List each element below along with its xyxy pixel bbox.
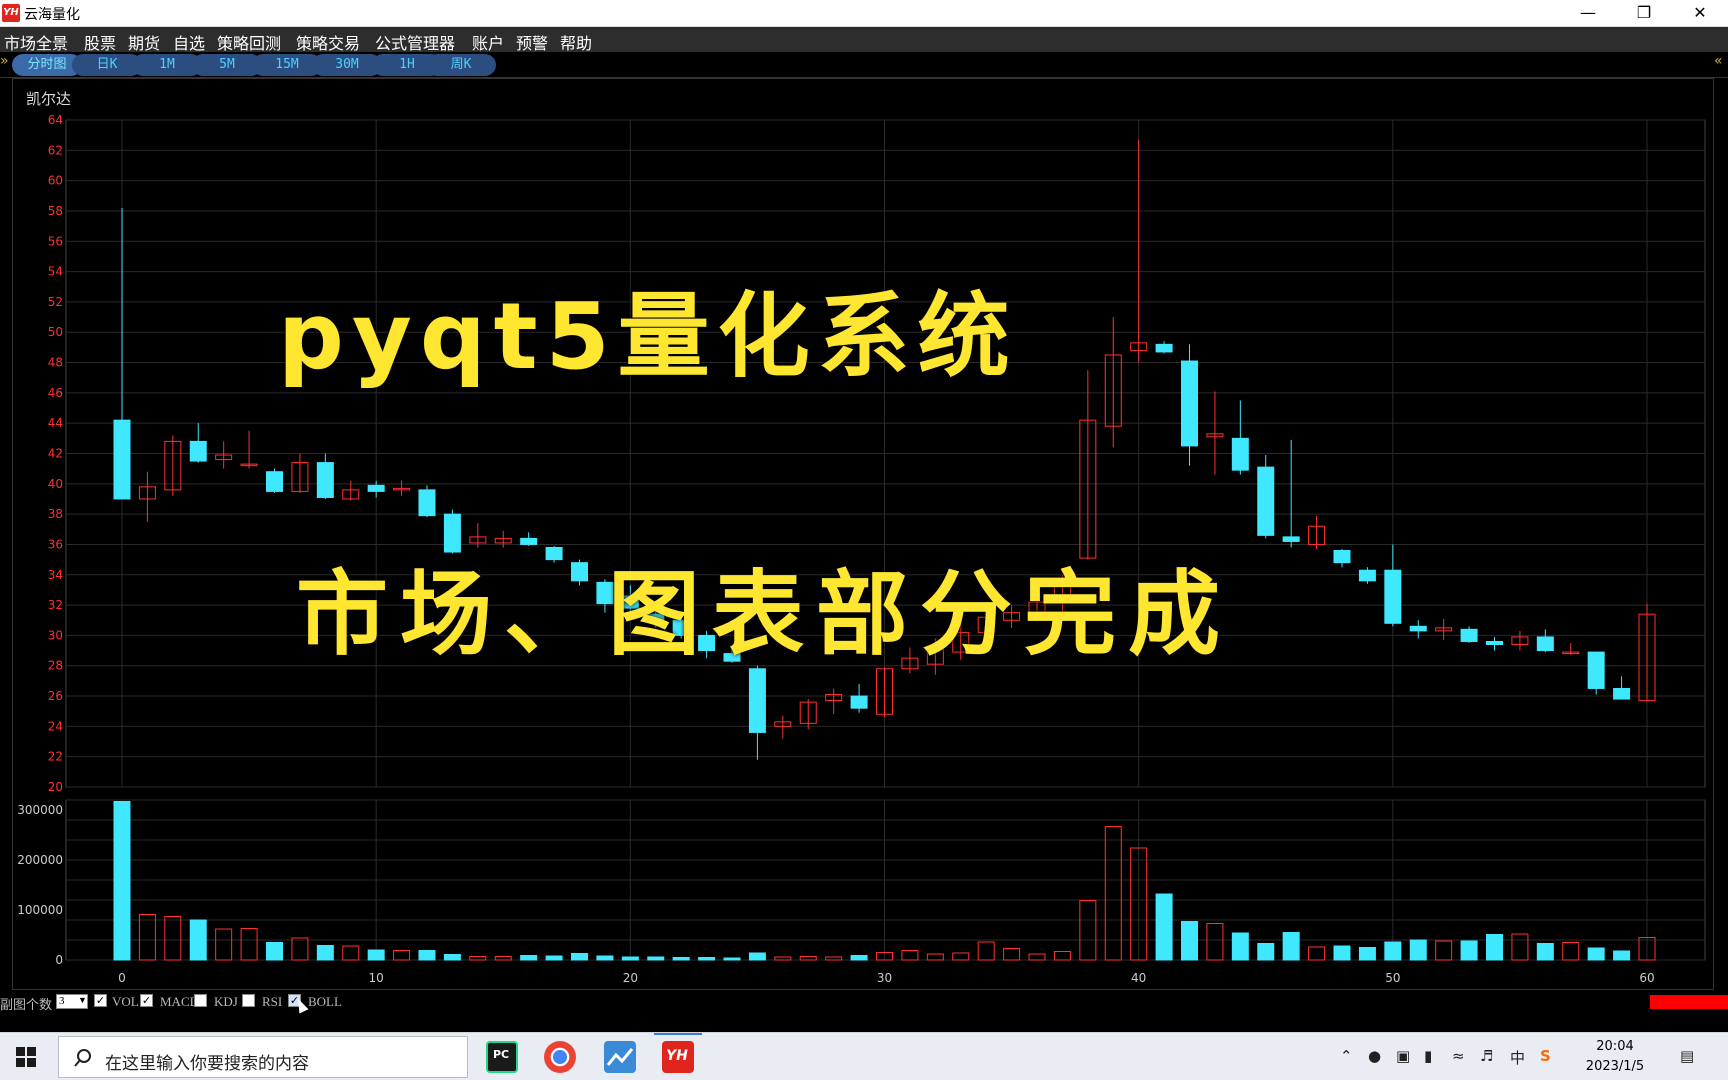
menu-item-help[interactable]: 帮助 (560, 30, 592, 54)
vol-checkbox[interactable]: ✓ (94, 994, 107, 1007)
boll-label: BOLL (308, 994, 342, 1009)
menu-item-stocks[interactable]: 股票 (84, 30, 116, 54)
menu-item-alert[interactable]: 预警 (516, 30, 548, 54)
subchart-count-label: 副图个数 (0, 997, 53, 1012)
title-bar: YH 云海量化 — ❐ ✕ (0, 0, 1728, 27)
active-app-indicator (654, 1033, 702, 1035)
kdj-label: KDJ (214, 994, 238, 1009)
subchart-count-select[interactable]: 3 ▼ (56, 994, 88, 1009)
ime-indicator[interactable]: 中 (1510, 1047, 1525, 1068)
chrome-icon[interactable] (544, 1041, 576, 1073)
menu-item-watchlist[interactable]: 自选 (173, 30, 205, 54)
overlay-title-line2: 市场、图表部分完成 (296, 561, 1233, 668)
menu-bar: 市场全景 股票 期货 自选 策略回测 策略交易 公式管理器 账户 预警 帮助 (0, 27, 1728, 54)
clock[interactable]: 20:04 2023/1/5 (1580, 1037, 1650, 1077)
wifi-icon[interactable]: ≈ (1452, 1047, 1465, 1065)
tab-scroll-right-icon[interactable]: « (1714, 53, 1723, 69)
indicator-bar: 副图个数 3 ▼ ✓ VOL ✓ MACD KDJ RSI ✓ BOLL (0, 992, 1728, 1014)
display-icon[interactable]: ▣ (1396, 1047, 1410, 1065)
macd-checkbox[interactable]: ✓ (140, 994, 153, 1007)
sogou-icon[interactable]: S (1540, 1047, 1551, 1065)
search-placeholder: 在这里输入你要搜索的内容 (105, 1054, 309, 1074)
notification-icon[interactable]: ▤ (1680, 1047, 1694, 1065)
app-logo: YH (2, 4, 20, 22)
subchart-count-value: 3 (59, 995, 65, 1007)
minimize-button[interactable]: — (1560, 0, 1616, 27)
stock-app-icon[interactable] (604, 1041, 636, 1073)
close-button[interactable]: ✕ (1672, 0, 1728, 27)
mouse-cursor-icon (293, 996, 309, 1014)
clock-time: 20:04 (1596, 1039, 1634, 1054)
menu-item-market[interactable]: 市场全景 (4, 30, 68, 54)
windows-start-icon[interactable] (16, 1047, 36, 1067)
vol-label: VOL (112, 994, 139, 1009)
tab-scroll-left-icon[interactable]: » (0, 53, 9, 69)
window-title: 云海量化 (24, 7, 80, 23)
menu-item-account[interactable]: 账户 (472, 30, 504, 54)
clock-date: 2023/1/5 (1585, 1059, 1645, 1074)
period-tab-bar: 分时图 日K 1M 5M 15M 30M 1H 周K (0, 52, 1728, 78)
rsi-checkbox[interactable] (242, 994, 255, 1007)
overlay-title-line1: pyqt5量化系统 (278, 283, 1018, 390)
pycharm-icon[interactable]: PC (486, 1041, 518, 1073)
microphone-icon[interactable]: ● (1368, 1047, 1381, 1065)
restore-button[interactable]: ❐ (1616, 0, 1672, 27)
yunhai-app-icon[interactable]: YH (662, 1041, 694, 1073)
search-icon (74, 1049, 91, 1067)
kdj-checkbox[interactable] (194, 994, 207, 1007)
menu-item-futures[interactable]: 期货 (128, 30, 160, 54)
menu-item-formula[interactable]: 公式管理器 (375, 30, 455, 54)
tab-weekly[interactable]: 周K (426, 54, 496, 76)
chevron-down-icon: ▼ (78, 995, 87, 1005)
stock-name: 凯尔达 (26, 90, 72, 108)
volume-icon[interactable]: ♬ (1480, 1047, 1493, 1065)
battery-icon[interactable]: ▮ (1424, 1047, 1432, 1065)
menu-item-trading[interactable]: 策略交易 (296, 30, 360, 54)
menu-item-backtest[interactable]: 策略回测 (217, 30, 281, 54)
rsi-label: RSI (262, 994, 283, 1009)
taskbar-search-input[interactable]: 在这里输入你要搜索的内容 (58, 1036, 468, 1078)
status-indicator (1650, 995, 1728, 1009)
chart-frame (12, 78, 1714, 990)
tray-expand-icon[interactable]: ⌃ (1340, 1047, 1353, 1065)
taskbar: 在这里输入你要搜索的内容 PC YH ⌃ ● ▣ ▮ ≈ ♬ 中 S 20:04… (0, 1032, 1728, 1080)
